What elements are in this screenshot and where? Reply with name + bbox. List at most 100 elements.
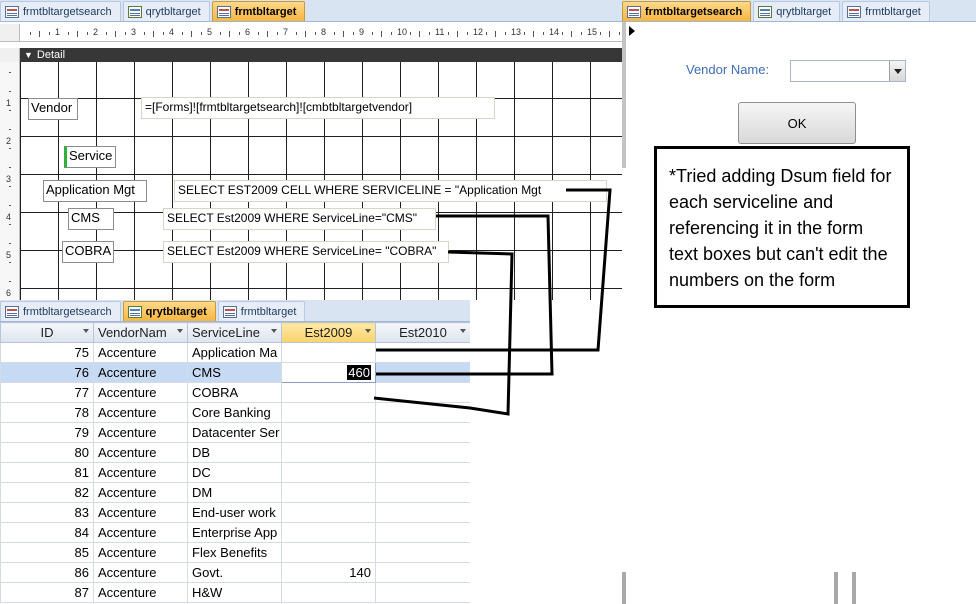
cell-serviceline[interactable]: CMS — [187, 362, 282, 383]
table-row[interactable]: 83 Accenture End-user work — [0, 502, 470, 523]
cell-est2009[interactable] — [281, 342, 376, 363]
cell-serviceline[interactable]: Core Banking — [187, 402, 282, 423]
vendor-label[interactable]: Vendor — [28, 98, 78, 120]
cell-vendor[interactable]: Accenture — [93, 522, 188, 543]
sort-arrow-icon[interactable] — [365, 329, 371, 333]
column-header-est2010[interactable]: Est2010 — [375, 322, 470, 343]
cell-serviceline[interactable]: End-user work — [187, 502, 282, 523]
cell-serviceline[interactable]: Flex Benefits — [187, 542, 282, 563]
cell-serviceline[interactable]: COBRA — [187, 382, 282, 403]
cobra-query-textbox[interactable]: SELECT Est2009 WHERE ServiceLine= "COBRA… — [163, 241, 449, 263]
table-row[interactable]: 79 Accenture Datacenter Ser — [0, 422, 470, 443]
cell-est2009[interactable] — [281, 582, 376, 603]
sort-arrow-icon[interactable] — [460, 329, 466, 333]
vendor-name-combobox[interactable] — [790, 60, 906, 82]
cell-vendor[interactable]: Accenture — [93, 542, 188, 563]
cell-serviceline[interactable]: Enterprise App — [187, 522, 282, 543]
cell-est2010[interactable] — [375, 582, 470, 603]
cell-vendor[interactable]: Accenture — [93, 362, 188, 383]
cell-est2009[interactable] — [281, 402, 376, 423]
section-selector[interactable] — [0, 48, 20, 62]
tab-frmtbltarget[interactable]: frmtbltarget — [842, 1, 930, 21]
cell-est2010[interactable] — [375, 402, 470, 423]
vendor-expression-textbox[interactable]: =[Forms]![frmtbltargetsearch]![cmbtbltar… — [141, 97, 495, 119]
sort-arrow-icon[interactable] — [271, 329, 277, 333]
cell-vendor[interactable]: Accenture — [93, 442, 188, 463]
table-row[interactable]: 76 Accenture CMS 460 — [0, 362, 470, 383]
cell-est2010[interactable] — [375, 562, 470, 583]
cms-label[interactable]: CMS — [68, 208, 114, 230]
tab-qrytbltarget[interactable]: qrytbltarget — [753, 1, 841, 21]
cell-serviceline[interactable]: DB — [187, 442, 282, 463]
application-mgt-query-textbox[interactable]: SELECT EST2009 CELL WHERE SERVICELINE = … — [174, 180, 607, 202]
cell-est2009[interactable] — [281, 542, 376, 563]
cell-serviceline[interactable]: DM — [187, 482, 282, 503]
tab-qrytbltarget[interactable]: qrytbltarget — [122, 301, 216, 321]
cell-est2010[interactable] — [375, 482, 470, 503]
column-header-vendor[interactable]: VendorNam — [93, 322, 188, 343]
table-row[interactable]: 84 Accenture Enterprise App — [0, 522, 470, 543]
cell-est2010[interactable] — [375, 362, 470, 383]
column-header-est2009[interactable]: Est2009 — [281, 322, 376, 343]
table-row[interactable]: 80 Accenture DB — [0, 442, 470, 463]
cell-est2009[interactable] — [281, 522, 376, 543]
table-row[interactable]: 75 Accenture Application Ma — [0, 342, 470, 363]
cell-id[interactable]: 87 — [0, 582, 94, 603]
tab-frmtbltargetsearch[interactable]: frmtbltargetsearch — [622, 1, 752, 21]
cell-est2010[interactable] — [375, 342, 470, 363]
cell-serviceline[interactable]: Govt. — [187, 562, 282, 583]
cell-est2010[interactable] — [375, 442, 470, 463]
ok-button[interactable]: OK — [738, 102, 856, 144]
cell-vendor[interactable]: Accenture — [93, 382, 188, 403]
cell-vendor[interactable]: Accenture — [93, 402, 188, 423]
cell-est2009[interactable] — [281, 422, 376, 443]
cell-id[interactable]: 83 — [0, 502, 94, 523]
cell-est2009[interactable] — [281, 462, 376, 483]
cell-id[interactable]: 85 — [0, 542, 94, 563]
cell-vendor[interactable]: Accenture — [93, 342, 188, 363]
cms-query-textbox[interactable]: SELECT Est2009 WHERE ServiceLine="CMS" — [163, 208, 436, 230]
tab-frmtbltarget[interactable]: frmtbltarget — [211, 1, 306, 21]
table-row[interactable]: 78 Accenture Core Banking — [0, 402, 470, 423]
cell-est2010[interactable] — [375, 382, 470, 403]
cell-est2009[interactable]: 460 — [281, 362, 376, 383]
cell-id[interactable]: 82 — [0, 482, 94, 503]
application-mgt-label[interactable]: Application Mgt — [43, 180, 147, 202]
column-header-id[interactable]: ID — [0, 322, 94, 343]
table-row[interactable]: 82 Accenture DM — [0, 482, 470, 503]
cell-est2009[interactable] — [281, 502, 376, 523]
table-row[interactable]: 85 Accenture Flex Benefits — [0, 542, 470, 563]
cell-id[interactable]: 80 — [0, 442, 94, 463]
cell-vendor[interactable]: Accenture — [93, 582, 188, 603]
cell-est2009[interactable] — [281, 442, 376, 463]
cell-serviceline[interactable]: H&W — [187, 582, 282, 603]
cell-serviceline[interactable]: Application Ma — [187, 342, 282, 363]
sort-arrow-icon[interactable] — [177, 329, 183, 333]
detail-section-bar[interactable]: ▼ Detail — [20, 48, 622, 62]
tab-frmtbltargetsearch[interactable]: frmtbltargetsearch — [0, 1, 121, 21]
table-row[interactable]: 86 Accenture Govt. 140 — [0, 562, 470, 583]
cell-est2010[interactable] — [375, 502, 470, 523]
cell-vendor[interactable]: Accenture — [93, 502, 188, 523]
chevron-down-icon[interactable] — [889, 61, 905, 81]
tab-qrytbltarget[interactable]: qrytbltarget — [122, 1, 210, 21]
cobra-label[interactable]: COBRA — [62, 241, 114, 263]
cell-est2010[interactable] — [375, 522, 470, 543]
cell-id[interactable]: 84 — [0, 522, 94, 543]
column-header-serviceline[interactable]: ServiceLine — [187, 322, 282, 343]
cell-id[interactable]: 75 — [0, 342, 94, 363]
cell-vendor[interactable]: Accenture — [93, 422, 188, 443]
tab-frmtbltarget[interactable]: frmtbltarget — [217, 301, 306, 321]
cell-id[interactable]: 77 — [0, 382, 94, 403]
cell-est2009[interactable] — [281, 482, 376, 503]
cell-id[interactable]: 81 — [0, 462, 94, 483]
cell-vendor[interactable]: Accenture — [93, 462, 188, 483]
cell-id[interactable]: 79 — [0, 422, 94, 443]
cell-id[interactable]: 76 — [0, 362, 94, 383]
cell-id[interactable]: 86 — [0, 562, 94, 583]
cell-est2009[interactable] — [281, 382, 376, 403]
sort-arrow-icon[interactable] — [83, 329, 89, 333]
cell-id[interactable]: 78 — [0, 402, 94, 423]
tab-frmtbltargetsearch[interactable]: frmtbltargetsearch — [0, 301, 121, 321]
service-label[interactable]: Service — [64, 146, 116, 168]
